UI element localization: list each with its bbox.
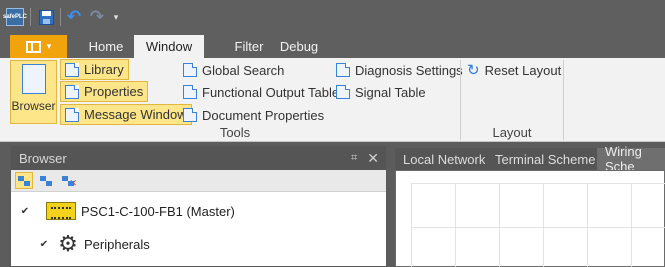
browser-button[interactable]: Browser bbox=[10, 60, 57, 124]
network-add-button[interactable] bbox=[37, 172, 55, 189]
quick-access-toolbar: safePLC ↶ ↷ ▾ bbox=[0, 0, 665, 33]
tree-item-peripherals[interactable]: ✔ ⚙ Peripherals bbox=[38, 231, 150, 256]
signal-table-label: Signal Table bbox=[355, 84, 426, 100]
document-properties-label: Document Properties bbox=[202, 107, 325, 123]
canvas-grid bbox=[411, 183, 665, 267]
network-icon bbox=[18, 175, 30, 186]
message-window-button[interactable]: Message Window bbox=[60, 104, 192, 125]
tree-item-label: Peripherals bbox=[84, 236, 150, 252]
document-area: Local Network Terminal Scheme Wiring Sch… bbox=[395, 144, 665, 267]
network-icon bbox=[40, 175, 52, 186]
tree-item-label: PSC1-C-100-FB1 (Master) bbox=[81, 203, 235, 219]
save-icon[interactable] bbox=[39, 8, 54, 26]
properties-button[interactable]: Properties bbox=[60, 81, 149, 102]
diagnosis-settings-label: Diagnosis Settings bbox=[355, 62, 463, 78]
toolbar-separator bbox=[60, 8, 61, 26]
browser-panel: Browser ⌗ ✕ ✕ ✔ PSC1-C-100-FB1 (Master) … bbox=[10, 145, 387, 267]
panel-title: Browser bbox=[19, 150, 67, 166]
properties-label: Properties bbox=[84, 84, 144, 99]
group-divider bbox=[460, 60, 461, 140]
page-icon bbox=[183, 63, 197, 77]
tab-filter[interactable]: Filter bbox=[226, 35, 272, 58]
global-search-label: Global Search bbox=[202, 62, 285, 78]
pin-icon[interactable]: ⌗ bbox=[351, 152, 357, 165]
layout-group-label: Layout bbox=[492, 125, 532, 140]
undo-icon[interactable]: ↶ bbox=[66, 7, 82, 26]
document-properties-button[interactable]: Document Properties bbox=[183, 106, 324, 124]
page-icon bbox=[183, 85, 197, 99]
network-remove-icon: ✕ bbox=[62, 175, 77, 188]
page-icon bbox=[336, 63, 350, 77]
chevron-down-icon[interactable]: ✔ bbox=[38, 239, 50, 250]
group-divider bbox=[563, 60, 564, 140]
browser-button-label: Browser bbox=[11, 99, 56, 113]
refresh-icon: ↻ bbox=[467, 62, 480, 79]
functional-output-table-button[interactable]: Functional Output Table bbox=[183, 83, 339, 101]
ribbon-tab-bar: ▾ Home Window Filter Debug bbox=[0, 33, 665, 58]
reset-layout-label: Reset Layout bbox=[484, 62, 562, 78]
app-logo[interactable]: safePLC bbox=[3, 8, 27, 26]
tab-home[interactable]: Home bbox=[82, 35, 130, 58]
page-icon bbox=[21, 64, 46, 94]
gear-icon: ⚙ bbox=[58, 231, 78, 256]
file-menu-button[interactable]: ▾ bbox=[10, 35, 67, 58]
wiring-canvas[interactable] bbox=[395, 170, 665, 267]
chevron-down-icon[interactable]: ✔ bbox=[19, 206, 31, 217]
network-remove-button[interactable]: ✕ bbox=[59, 172, 77, 189]
tree-item-device[interactable]: ✔ PSC1-C-100-FB1 (Master) bbox=[19, 202, 235, 220]
diagnosis-settings-button[interactable]: Diagnosis Settings bbox=[336, 61, 463, 79]
tab-local-network[interactable]: Local Network bbox=[395, 148, 487, 170]
close-icon[interactable]: ✕ bbox=[367, 150, 379, 167]
tab-wiring-scheme[interactable]: Wiring Sche bbox=[597, 144, 665, 174]
tab-debug[interactable]: Debug bbox=[276, 35, 322, 58]
functional-output-table-label: Functional Output Table bbox=[202, 84, 340, 100]
plc-device-icon bbox=[46, 202, 76, 220]
library-button[interactable]: Library bbox=[60, 59, 129, 80]
tools-group-label: Tools bbox=[219, 125, 251, 140]
network-view-button[interactable] bbox=[15, 172, 33, 189]
page-icon bbox=[183, 108, 197, 122]
toolbar-separator bbox=[30, 8, 31, 26]
tab-terminal-scheme[interactable]: Terminal Scheme bbox=[487, 148, 597, 170]
message-window-label: Message Window bbox=[84, 107, 187, 122]
browser-panel-header: Browser ⌗ ✕ bbox=[11, 146, 386, 170]
page-icon bbox=[65, 62, 79, 77]
tab-window[interactable]: Window bbox=[134, 35, 204, 58]
library-label: Library bbox=[84, 62, 124, 77]
page-icon bbox=[65, 84, 79, 99]
signal-table-button[interactable]: Signal Table bbox=[336, 83, 426, 101]
ribbon-panel: Browser Library Properties Message Windo… bbox=[0, 58, 665, 142]
chevron-down-icon: ▾ bbox=[46, 41, 52, 51]
customize-menu-icon[interactable]: ▾ bbox=[111, 8, 121, 26]
global-search-button[interactable]: Global Search bbox=[183, 61, 284, 79]
page-icon bbox=[65, 107, 79, 122]
panel-layout-icon bbox=[25, 40, 41, 53]
browser-toolbar: ✕ bbox=[11, 170, 386, 192]
reset-layout-button[interactable]: ↻ Reset Layout bbox=[467, 61, 561, 79]
redo-icon[interactable]: ↷ bbox=[89, 7, 105, 26]
page-icon bbox=[336, 85, 350, 99]
